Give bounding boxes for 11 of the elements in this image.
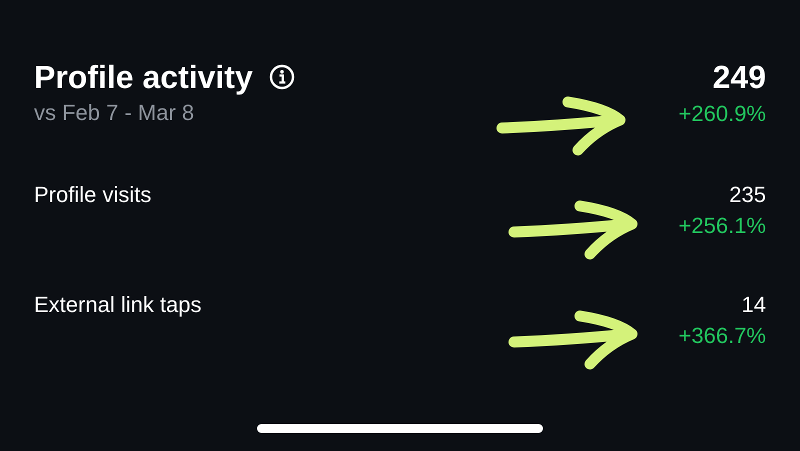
date-range: vs Feb 7 - Mar 8: [34, 100, 196, 126]
percent-change: +260.9%: [678, 100, 766, 128]
metric-value: 14: [742, 291, 766, 319]
metric-label: Profile visits: [34, 181, 152, 209]
metric-label: External link taps: [34, 291, 202, 319]
section-title: Profile activity: [34, 58, 253, 97]
percent-change: +256.1%: [678, 212, 766, 240]
percent-change: +366.7%: [678, 322, 766, 350]
info-icon[interactable]: [268, 64, 295, 90]
metric-value: 235: [729, 181, 766, 209]
total-value: 249: [712, 58, 766, 97]
